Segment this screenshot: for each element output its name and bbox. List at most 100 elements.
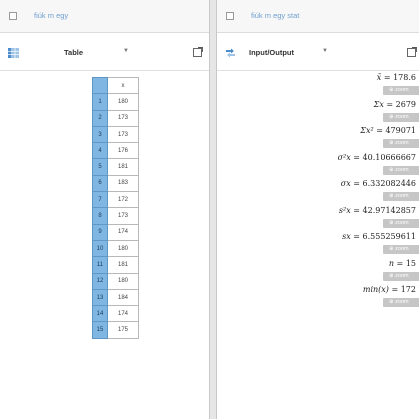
row-index[interactable]: 7 [92, 191, 108, 209]
view-selector-label[interactable]: Table [64, 48, 83, 57]
row-index[interactable]: 3 [92, 125, 108, 144]
row-index[interactable]: 6 [92, 174, 108, 193]
row-index[interactable]: 9 [92, 223, 108, 241]
stat-value: 42.97142857 [362, 205, 416, 215]
row-index[interactable]: 15 [92, 321, 108, 339]
stat-formula[interactable]: sx = 6.555259611 [342, 232, 416, 241]
stat-symbol: s²x [338, 205, 351, 215]
stat-value: 178.6 [393, 73, 416, 82]
row-index[interactable]: 4 [92, 142, 108, 160]
stat-formula[interactable]: Σx = 2679 [374, 100, 416, 109]
stat-formula[interactable]: x̄ = 178.6 [377, 73, 416, 82]
stat-formula[interactable]: σx = 6.332082446 [341, 179, 416, 188]
zoom-label: zoom [395, 246, 409, 252]
stat-item: Σx² = 479071 ⊕ zoom [217, 125, 419, 152]
cell-value[interactable]: 173 [107, 125, 139, 144]
table-row: 12 180 [92, 272, 139, 290]
row-index[interactable]: 13 [92, 288, 108, 307]
cell-value[interactable]: 180 [107, 272, 139, 290]
table-row: 4 176 [92, 142, 139, 160]
row-index[interactable]: 14 [92, 305, 108, 323]
zoom-label: zoom [395, 299, 409, 305]
zoom-label: zoom [395, 272, 409, 279]
stat-item: σ²x = 40.10666667 ⊕ zoom [217, 152, 419, 179]
cell-value[interactable]: 175 [107, 321, 139, 339]
table-view-icon[interactable] [8, 48, 19, 58]
cell-value[interactable]: 183 [107, 174, 139, 193]
cell-value[interactable]: 181 [107, 158, 139, 176]
row-index[interactable]: 10 [92, 239, 108, 258]
column-header-x[interactable]: x [107, 76, 139, 95]
stat-formula[interactable]: min(x) = 172 [363, 285, 416, 294]
cell-value[interactable]: 176 [107, 142, 139, 160]
stat-formula[interactable]: Σx² = 479071 [360, 126, 416, 135]
equals-sign: = [383, 99, 396, 109]
zoom-label: zoom [395, 193, 409, 199]
table-row: 5 181 [92, 158, 139, 176]
cell-value[interactable]: 174 [107, 305, 139, 323]
input-output-icon[interactable] [225, 48, 236, 58]
chevron-down-icon[interactable]: ▼ [322, 48, 328, 54]
row-index[interactable]: 11 [92, 256, 108, 274]
stat-panel-title[interactable]: fiúk m egy stat [251, 11, 299, 20]
stat-item: Σx = 2679 ⊕ zoom [217, 99, 419, 126]
stat-value: 2679 [395, 99, 416, 109]
stat-formula[interactable]: σ²x = 40.10666667 [338, 153, 416, 162]
stat-symbol: min(x) [362, 285, 389, 294]
stat-symbol: σx [340, 179, 351, 188]
popout-icon[interactable] [193, 47, 203, 57]
zoom-button[interactable]: ⊕ zoom [383, 112, 419, 122]
zoom-button[interactable]: ⊕ zoom [383, 192, 419, 201]
table-row: 14 174 [92, 305, 139, 323]
stat-item: min(x) = 172 ⊕ zoom [217, 284, 419, 311]
stat-item: x̄ = 178.6 ⊕ zoom [217, 72, 419, 99]
cell-value[interactable]: 180 [107, 93, 139, 111]
row-index[interactable]: 2 [92, 109, 108, 127]
view-selector-label[interactable]: Input/Output [249, 48, 294, 57]
zoom-button[interactable]: ⊕ zoom [383, 245, 419, 254]
zoom-button[interactable]: ⊕ zoom [383, 86, 419, 95]
table-row: 6 183 [92, 174, 139, 193]
table-row: 7 172 [92, 191, 139, 209]
cell-value[interactable]: 173 [107, 207, 139, 225]
stat-formula[interactable]: n = 15 [389, 259, 416, 268]
cell-value[interactable]: 184 [107, 288, 139, 307]
table-row: 9 174 [92, 223, 139, 241]
table-row: 15 175 [92, 321, 139, 339]
zoom-button[interactable]: ⊕ zoom [383, 298, 419, 307]
zoom-button[interactable]: ⊕ zoom [383, 218, 419, 228]
stat-item: sx = 6.555259611 ⊕ zoom [217, 231, 419, 258]
row-index[interactable]: 12 [92, 272, 108, 290]
cell-value[interactable]: 174 [107, 223, 139, 241]
cell-value[interactable]: 180 [107, 239, 139, 258]
equals-sign: = [373, 126, 386, 135]
cell-value[interactable]: 173 [107, 109, 139, 127]
popout-icon[interactable] [407, 47, 417, 57]
stat-panel-titlebar: fiúk m egy stat [217, 0, 419, 33]
row-index[interactable]: 5 [92, 158, 108, 176]
zoom-label: zoom [395, 140, 409, 146]
equals-sign: = [350, 152, 363, 162]
stat-symbol: Σx² [360, 126, 374, 135]
row-index[interactable]: 1 [92, 93, 108, 111]
panel-checkbox[interactable] [9, 12, 17, 20]
cell-value[interactable]: 172 [107, 191, 139, 209]
table-row: 10 180 [92, 239, 139, 258]
zoom-button[interactable]: ⊕ zoom [383, 271, 419, 281]
zoom-label: zoom [395, 166, 409, 173]
row-index[interactable]: 8 [92, 207, 108, 225]
zoom-button[interactable]: ⊕ zoom [383, 165, 419, 175]
equals-sign: = [350, 232, 363, 241]
zoom-button[interactable]: ⊕ zoom [383, 139, 419, 148]
table-panel-title[interactable]: fiúk m egy [34, 11, 68, 20]
stat-value: 479071 [385, 126, 416, 135]
cell-value[interactable]: 181 [107, 256, 139, 274]
zoom-label: zoom [395, 87, 409, 93]
zoom-label: zoom [395, 219, 409, 226]
stats-list: x̄ = 178.6 ⊕ zoom Σx = 2679 ⊕ zoom Σx² = 479… [217, 72, 419, 311]
stat-value: 40.10666667 [362, 152, 416, 162]
equals-sign: = [394, 258, 406, 268]
panel-checkbox[interactable] [226, 12, 234, 20]
stat-formula[interactable]: s²x = 42.97142857 [339, 206, 416, 215]
chevron-down-icon[interactable]: ▼ [123, 48, 129, 54]
